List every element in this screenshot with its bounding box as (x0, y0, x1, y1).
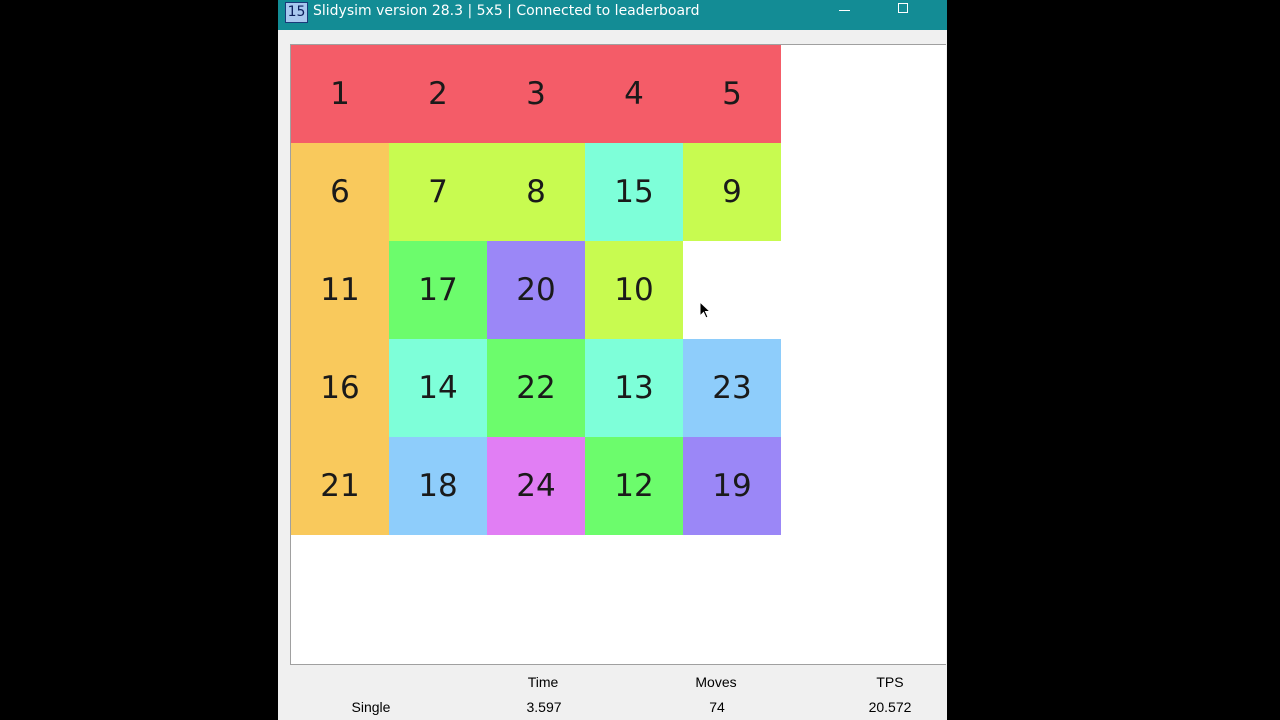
puzzle-tile[interactable]: 13 (585, 339, 683, 437)
puzzle-tile[interactable]: 10 (585, 241, 683, 339)
puzzle-tile[interactable]: 17 (389, 241, 487, 339)
puzzle-tile[interactable]: 4 (585, 45, 683, 143)
puzzle-tile[interactable]: 9 (683, 143, 781, 241)
window-title: Slidysim version 28.3 | 5x5 | Connected … (313, 3, 700, 19)
maximize-button[interactable] (880, 0, 926, 22)
puzzle-tile[interactable]: 19 (683, 437, 781, 535)
puzzle-tile[interactable]: 6 (291, 143, 389, 241)
empty-cell (683, 241, 781, 339)
slidysim-window: 15 Slidysim version 28.3 | 5x5 | Connect… (278, 0, 947, 720)
time-header: Time (527, 674, 559, 690)
puzzle-tile[interactable]: 2 (389, 45, 487, 143)
puzzle-tile[interactable]: 16 (291, 339, 389, 437)
puzzle-canvas[interactable]: 1 2 3 4 5 6 7 8 15 9 11 17 20 10 16 14 22 13 23 21 18 24 12 19 (290, 44, 946, 665)
minimize-icon (839, 10, 850, 11)
puzzle-tile[interactable]: 24 (487, 437, 585, 535)
puzzle-tile[interactable]: 7 (389, 143, 487, 241)
mouse-pointer-icon (699, 301, 712, 319)
title-bar[interactable]: 15 Slidysim version 28.3 | 5x5 | Connect… (278, 0, 947, 30)
minimize-button[interactable] (822, 0, 868, 22)
puzzle-tile[interactable]: 11 (291, 241, 389, 339)
moves-value: 74 (709, 699, 725, 715)
stats-panel: Time Moves TPS Single 3.597 74 20.572 (278, 666, 947, 720)
puzzle-tile[interactable]: 1 (291, 45, 389, 143)
puzzle-tile[interactable]: 15 (585, 143, 683, 241)
moves-header: Moves (695, 674, 737, 690)
mode-label: Single (351, 699, 391, 715)
puzzle-board[interactable]: 1 2 3 4 5 6 7 8 15 9 11 17 20 10 16 14 22 13 23 21 18 24 12 19 (291, 45, 781, 535)
puzzle-tile[interactable]: 22 (487, 339, 585, 437)
puzzle-tile[interactable]: 21 (291, 437, 389, 535)
tps-value: 20.572 (868, 699, 912, 715)
tps-header: TPS (876, 674, 904, 690)
puzzle-tile[interactable]: 8 (487, 143, 585, 241)
app-icon: 15 (285, 2, 308, 23)
puzzle-tile[interactable]: 20 (487, 241, 585, 339)
puzzle-tile[interactable]: 14 (389, 339, 487, 437)
puzzle-tile[interactable]: 18 (389, 437, 487, 535)
maximize-icon (898, 3, 908, 13)
puzzle-tile[interactable]: 23 (683, 339, 781, 437)
puzzle-tile[interactable]: 5 (683, 45, 781, 143)
time-value: 3.597 (526, 699, 562, 715)
puzzle-tile[interactable]: 12 (585, 437, 683, 535)
puzzle-tile[interactable]: 3 (487, 45, 585, 143)
